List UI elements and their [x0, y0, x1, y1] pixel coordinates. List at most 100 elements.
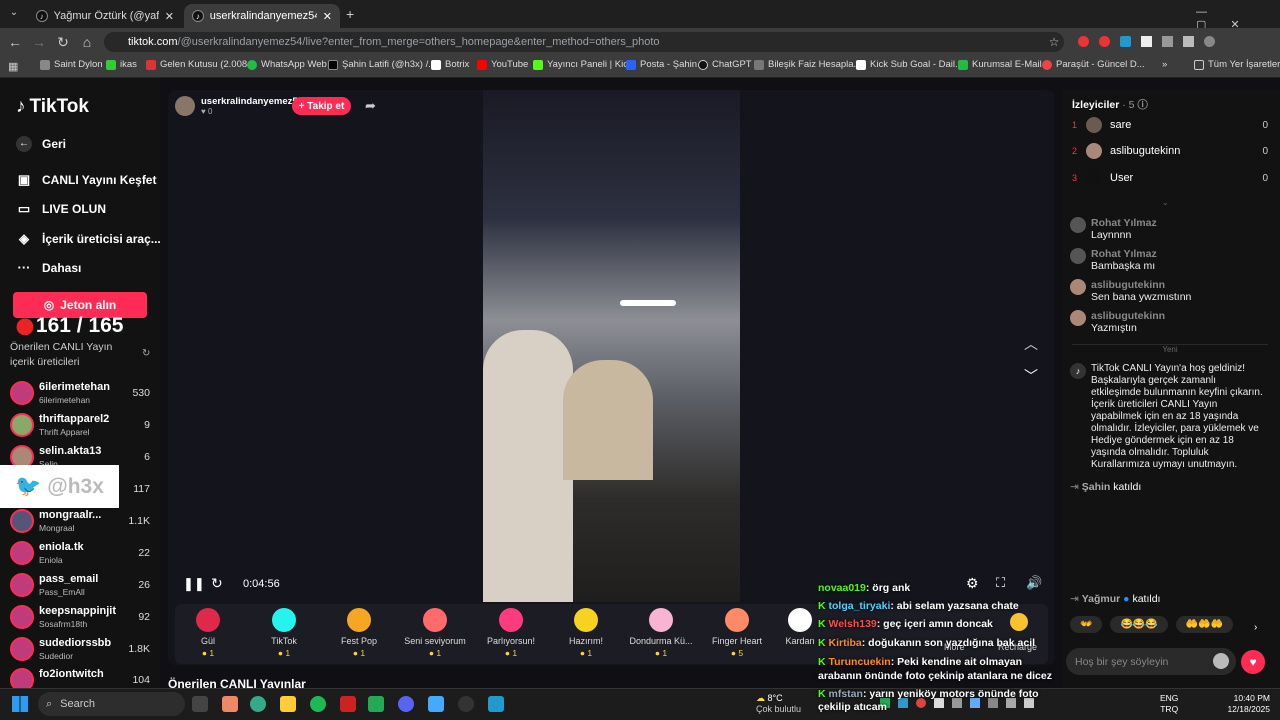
creator-item[interactable]: mongraalr... Mongraal 1.1K	[10, 507, 155, 537]
forward-icon[interactable]: →	[29, 32, 49, 52]
viewer-row[interactable]: 3 User 0	[1072, 170, 1268, 186]
address-bar[interactable]: tiktok.com/@userkralindanyemez54/live?en…	[104, 32, 1064, 52]
gift-item[interactable]: Parlıyorsun! ● 1	[479, 608, 543, 658]
creator-item[interactable]: pass_email Pass_EmAll 26	[10, 571, 155, 601]
weather-widget[interactable]: ☁ 8°C Çok bulutlu	[756, 693, 801, 715]
excel-icon[interactable]	[368, 696, 384, 712]
copilot-icon[interactable]	[222, 696, 238, 712]
app-icon[interactable]	[340, 696, 356, 712]
creator-item[interactable]: fo2iontwitch 104	[10, 666, 155, 688]
discord-icon[interactable]	[398, 696, 414, 712]
bookmark-item[interactable]: Posta - Şahin	[626, 59, 697, 70]
apps-icon[interactable]: ▦	[8, 60, 18, 73]
menu-label: İçerik üreticisi araç...	[42, 232, 161, 246]
bookmark-item[interactable]: Gelen Kutusu (2.008...	[146, 59, 255, 70]
language-indicator[interactable]: ENG TRQ	[1160, 693, 1178, 715]
bookmark-item[interactable]: Şahin Latifi (@h3x) /...	[328, 59, 436, 70]
host-info[interactable]: userkralindanyemez54 ♥ 0	[175, 96, 303, 116]
back-icon[interactable]: ←	[5, 32, 25, 52]
quick-reactions[interactable]: 👐 😂😂😂 🤲🤲🤲	[1070, 616, 1234, 633]
menu-creator-tools[interactable]: ◈ İçerik üreticisi araç...	[16, 231, 161, 247]
menu-more[interactable]: ··· Dahası	[16, 260, 82, 275]
emoji-icon[interactable]	[1213, 653, 1229, 669]
creator-item[interactable]: sudediorssbb Sudedior 1.8K	[10, 635, 155, 665]
next-live-icon[interactable]: ﹀	[1024, 366, 1038, 386]
star-icon[interactable]: ☆	[1044, 32, 1064, 52]
tab-2[interactable]: ♪ userkralindanyemez54 (@u ✕	[184, 4, 340, 28]
avatar	[10, 413, 34, 437]
reaction-chip[interactable]: 🤲🤲🤲	[1175, 616, 1234, 633]
tab-1[interactable]: ♪ Yağmur Öztürk (@yafgmur) ✕	[28, 4, 182, 28]
bookmark-item[interactable]: Kick Sub Goal - Dail...	[856, 59, 963, 70]
folder-icon[interactable]	[280, 696, 296, 712]
spotify-icon[interactable]	[310, 696, 326, 712]
creator-item[interactable]: 6ilerimetehan 6ilerimetehan 530	[10, 379, 155, 409]
all-bookmarks[interactable]: Tüm Yer İşaretleri	[1194, 59, 1280, 70]
send-heart-button[interactable]: ♥	[1241, 650, 1265, 674]
gift-item[interactable]: Gül ● 1	[176, 608, 240, 658]
pause-icon[interactable]: ❚❚	[183, 576, 205, 592]
bookmark-item[interactable]: YouTube	[477, 59, 528, 70]
gift-item[interactable]: Finger Heart ● 5	[705, 608, 769, 658]
menu-go-live[interactable]: ▭ LIVE OLUN	[16, 201, 106, 217]
creator-item[interactable]: keepsnappinjit Sosafrm18th 92	[10, 603, 155, 633]
reaction-chip[interactable]: 👐	[1070, 616, 1103, 633]
back-button[interactable]: ← Geri	[16, 136, 66, 152]
tiktok-logo[interactable]: ♪ TikTok	[16, 96, 89, 118]
reload-icon[interactable]: ↻	[53, 32, 73, 52]
extensions-icons[interactable]	[1078, 36, 1215, 47]
coin-icon[interactable]	[1010, 613, 1028, 631]
heart-icon	[423, 608, 447, 632]
bookmark-item[interactable]: Yayıncı Paneli | Kick	[533, 59, 633, 70]
bookmark-item[interactable]: Kurumsal E-Mail	[958, 59, 1042, 70]
viewer-row[interactable]: 2 aslibugutekinn 0	[1072, 143, 1268, 159]
clock[interactable]: 10:40 PM 12/18/2025	[1222, 693, 1270, 715]
gift-item[interactable]: Kardan	[780, 608, 820, 646]
volume-icon[interactable]: 🔊	[1026, 575, 1042, 591]
live-video[interactable]	[483, 90, 740, 602]
prev-live-icon[interactable]: ︿	[1024, 334, 1038, 354]
chrome-icon[interactable]	[250, 696, 266, 712]
gift-item[interactable]: TikTok ● 1	[252, 608, 316, 658]
bookmark-item[interactable]: Saint Dylon	[40, 59, 103, 70]
creator-item[interactable]: thriftapparel2 Thrift Apparel 9	[10, 411, 155, 441]
refresh-icon[interactable]: ↻	[211, 575, 223, 592]
home-icon[interactable]: ⌂	[77, 32, 97, 52]
menu-explore-live[interactable]: ▣ CANLI Yayını Keşfet	[16, 172, 157, 188]
new-tab-button[interactable]: +	[346, 6, 354, 22]
viewer-row[interactable]: 1 sare 0	[1072, 117, 1268, 133]
follow-button[interactable]: + Takip et	[292, 97, 351, 115]
creator-item[interactable]: eniola.tk Eniola 22	[10, 539, 155, 569]
gift-item[interactable]: Hazırım! ● 1	[554, 608, 618, 658]
gift-item[interactable]: Dondurma Kü... ● 1	[629, 608, 693, 658]
chevron-right-icon[interactable]: ›	[1254, 622, 1257, 633]
task-view-icon[interactable]	[192, 696, 208, 712]
fullscreen-icon[interactable]: ⛶	[996, 575, 1005, 591]
bookmark-item[interactable]: ikas	[106, 59, 137, 70]
gift-price: ● 1	[504, 648, 518, 658]
bookmark-item[interactable]: ChatGPT	[698, 59, 752, 70]
bookmark-item[interactable]: Botrix	[431, 59, 469, 70]
reaction-chip[interactable]: 😂😂😂	[1110, 616, 1168, 633]
bookmark-item[interactable]: WhatsApp Web	[247, 59, 327, 70]
close-icon[interactable]: ✕	[323, 10, 332, 23]
chat-input[interactable]: Hoş bir şey söyleyin	[1066, 648, 1236, 675]
fest-pop-icon	[347, 608, 371, 632]
close-icon[interactable]: ✕	[165, 10, 174, 23]
gift-item[interactable]: Seni seviyorum ● 1	[403, 608, 467, 658]
taskbar-search[interactable]: ⌕ Search	[38, 692, 185, 716]
windows-start-icon[interactable]	[12, 696, 28, 712]
system-message: TikTok CANLI Yayın'a hoş geldiniz! Başka…	[1091, 363, 1263, 470]
app-icon[interactable]	[428, 696, 444, 712]
tab-search-button[interactable]: ⌄	[6, 7, 22, 21]
more-bookmarks-icon[interactable]: »	[1162, 59, 1167, 70]
bookmark-item[interactable]: Paraşüt - Güncel D...	[1042, 59, 1145, 70]
app-icon[interactable]	[488, 696, 504, 712]
obs-icon[interactable]	[458, 696, 474, 712]
bookmark-item[interactable]: Bileşik Faiz Hesapla...	[754, 59, 861, 70]
expand-viewers-icon[interactable]: ⌄	[1162, 198, 1169, 207]
settings-icon[interactable]: ⚙	[966, 575, 979, 592]
refresh-icon[interactable]: ↻	[142, 348, 150, 359]
share-icon[interactable]: ➦	[365, 98, 376, 114]
gift-item[interactable]: Fest Pop ● 1	[327, 608, 391, 658]
